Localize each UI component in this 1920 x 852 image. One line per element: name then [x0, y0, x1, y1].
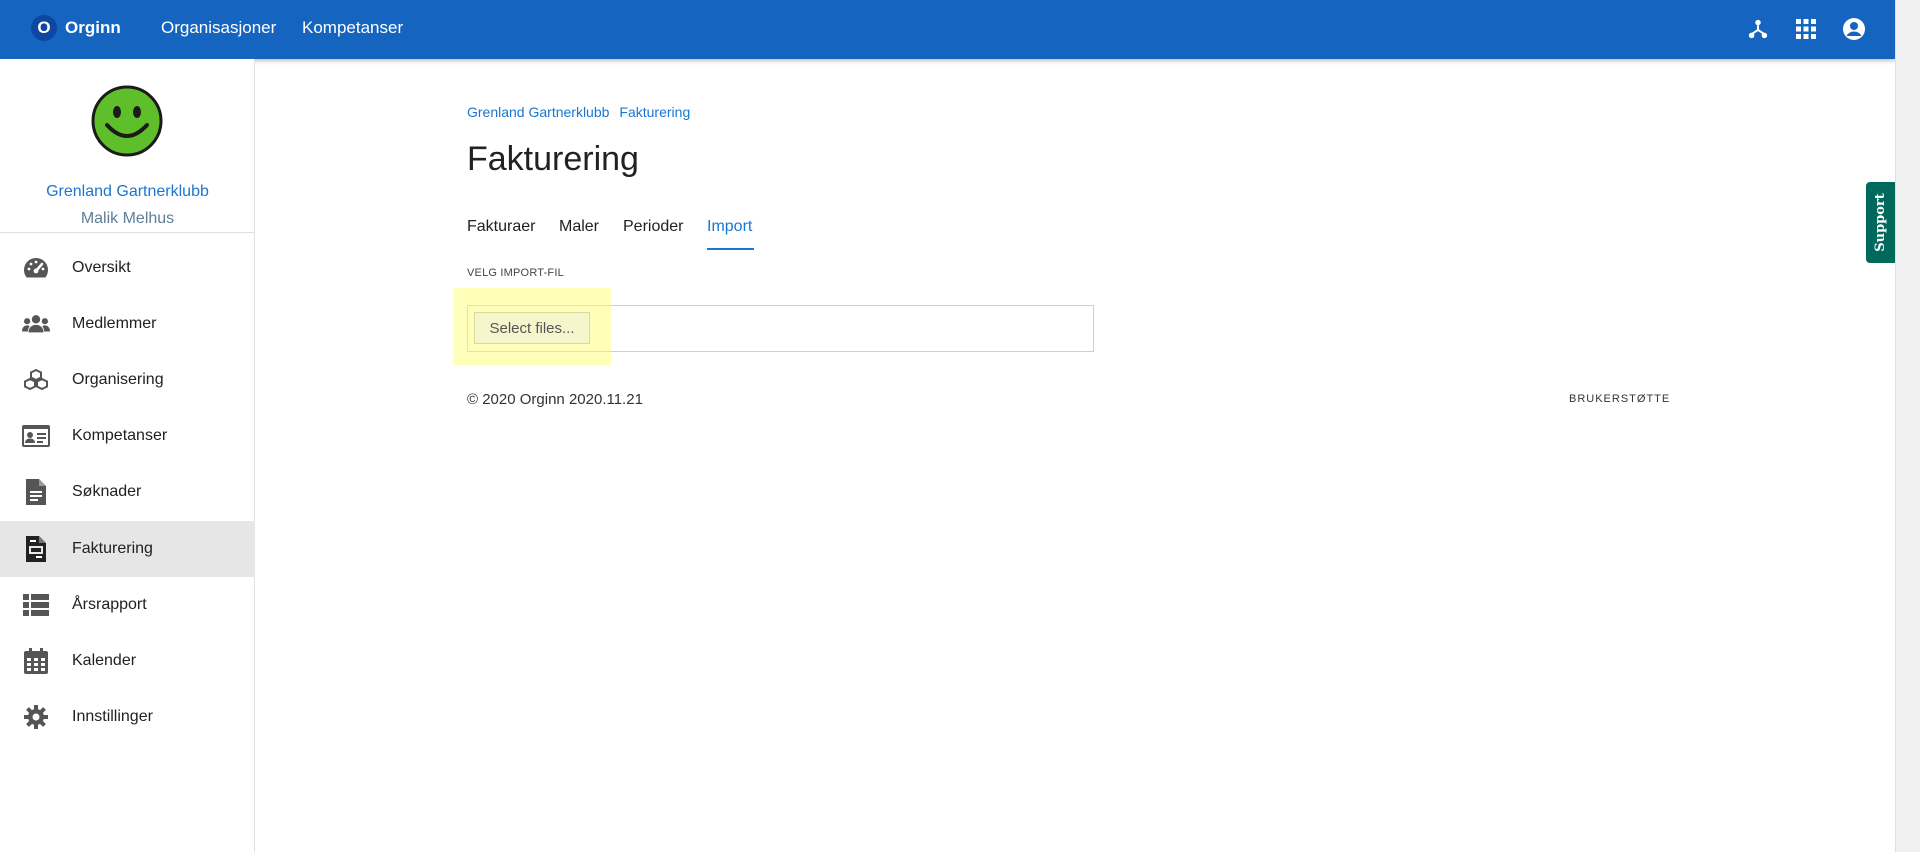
sidebar-item-label: Medlemmer — [72, 315, 157, 332]
footer-copyright: © 2020 Orginn 2020.11.21 — [467, 391, 643, 408]
dashboard-gauge-icon — [22, 254, 50, 282]
sidebar: Grenland Gartnerklubb Malik Melhus Overs… — [0, 59, 255, 852]
brand-badge: O — [31, 15, 57, 41]
user-name: Malik Melhus — [80, 210, 175, 227]
scrollbar[interactable] — [1895, 0, 1920, 852]
tab-maler[interactable]: Maler — [559, 218, 599, 236]
apps-grid-icon[interactable] — [1793, 16, 1819, 42]
sidebar-item-label: Kalender — [72, 652, 137, 669]
org-name[interactable]: Grenland Gartnerklubb — [0, 183, 255, 201]
support-tab-label: Support — [1873, 193, 1889, 252]
divider — [0, 232, 255, 233]
sidebar-item-label: Søknader — [72, 483, 142, 500]
sidebar-item-label: Innstillinger — [72, 708, 153, 725]
sidebar-item-label: Oversikt — [72, 259, 131, 276]
sidebar-item-kalender[interactable]: Kalender — [0, 633, 255, 689]
calendar-icon — [22, 647, 50, 675]
gear-icon — [22, 703, 50, 731]
sidebar-item-label: Organisering — [72, 371, 164, 388]
page-title: Fakturering — [467, 140, 639, 178]
group-people-icon — [22, 310, 50, 338]
footer-support-link[interactable]: BRUKERSTØTTE — [1569, 393, 1670, 405]
sidebar-item-organisering[interactable]: Organisering — [0, 352, 255, 408]
top-app-bar: O Orginn Organisasjoner Kompetanser — [0, 0, 1895, 59]
sidebar-item-fakturering[interactable]: Fakturering — [0, 521, 255, 577]
support-tab[interactable]: Support — [1866, 182, 1895, 263]
import-file-label: VELG IMPORT-FIL — [467, 267, 564, 279]
brand-logo[interactable]: O Orginn — [31, 14, 121, 42]
tab-perioder[interactable]: Perioder — [623, 218, 683, 236]
avatar[interactable] — [91, 85, 163, 157]
sidebar-item-label: Fakturering — [72, 540, 153, 557]
id-card-icon — [22, 422, 50, 450]
tab-fakturaer[interactable]: Fakturaer — [467, 218, 535, 236]
invoice-icon — [22, 535, 50, 563]
sidebar-item-kompetanser[interactable]: Kompetanser — [0, 408, 255, 464]
breadcrumb: Grenland Gartnerklubb Fakturering — [467, 104, 690, 120]
sidebar-item-innstillinger[interactable]: Innstillinger — [0, 689, 255, 745]
hierarchy-icon[interactable] — [1745, 16, 1771, 42]
sidebar-item-label: Kompetanser — [72, 427, 168, 444]
sidebar-item-medlemmer[interactable]: Medlemmer — [0, 296, 255, 352]
document-icon — [22, 478, 50, 506]
brand-name: Orginn — [65, 18, 121, 37]
nav-link-kompetanser[interactable]: Kompetanser — [302, 18, 403, 38]
cubes-icon — [22, 366, 50, 394]
breadcrumb-item[interactable]: Fakturering — [619, 104, 690, 120]
active-tab-indicator — [707, 248, 754, 250]
breadcrumb-item[interactable]: Grenland Gartnerklubb — [467, 104, 609, 120]
account-circle-icon[interactable] — [1841, 16, 1867, 42]
sidebar-item-arsrapport[interactable]: Årsrapport — [0, 577, 255, 633]
list-icon — [22, 591, 50, 619]
sidebar-item-oversikt[interactable]: Oversikt — [0, 240, 255, 296]
sidebar-item-soknader[interactable]: Søknader — [0, 464, 255, 520]
tab-import[interactable]: Import — [707, 218, 752, 236]
nav-link-organisasjoner[interactable]: Organisasjoner — [161, 18, 276, 38]
sidebar-item-label: Årsrapport — [72, 596, 147, 613]
select-files-button[interactable]: Select files... — [474, 312, 590, 344]
